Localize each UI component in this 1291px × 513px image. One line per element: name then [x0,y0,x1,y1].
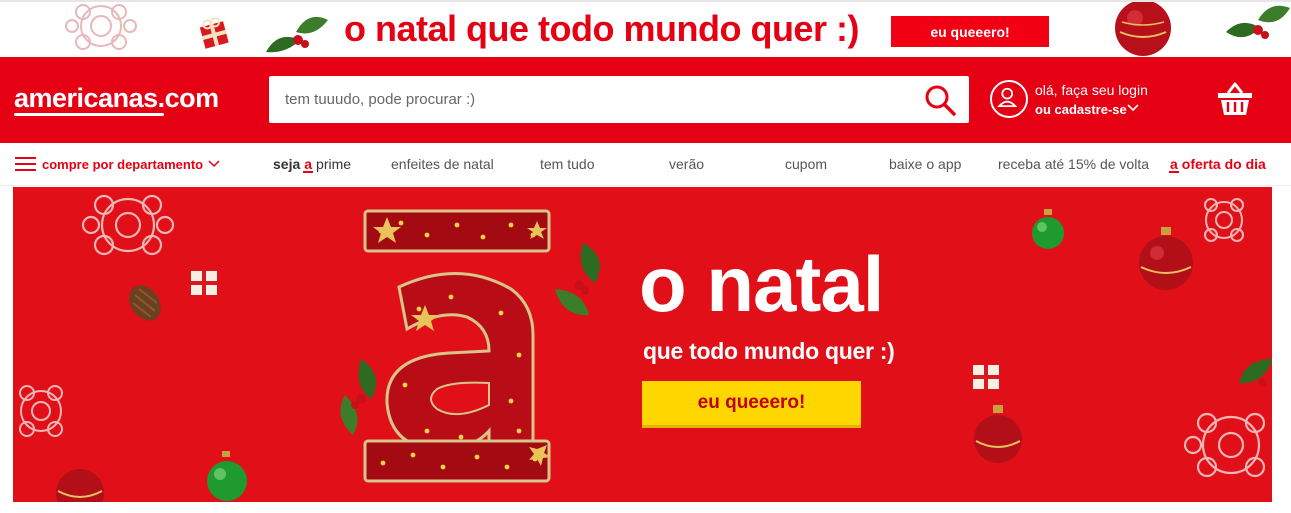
chevron-down-icon [208,160,220,168]
promo-headline: o natal que todo mundo quer :) [344,8,859,49]
americanas-a-logo [363,209,551,483]
holly-icon [1226,5,1290,39]
ornament-ball-icon [56,469,104,502]
snowflake-ornament-icon [1183,412,1266,478]
hero-banner[interactable]: o natal que todo mundo quer :) eu queeer… [13,187,1272,502]
snowflake-ornament-icon [81,194,175,256]
ornament-ball-icon [207,451,247,501]
search-box [269,76,969,123]
gift-box-icon [199,17,229,49]
department-menu[interactable]: compre por departamento [15,156,220,172]
signup-link[interactable]: ou cadastre-se [1035,102,1127,117]
site-logo[interactable]: americanas.com [14,83,219,114]
nav-item-app[interactable]: baixe o app [889,156,961,172]
promo-banner-strip[interactable]: o natal que todo mundo quer :) eu queeer… [0,0,1291,57]
login-link[interactable]: olá, faça seu login [1035,82,1148,98]
nav-item-enfeites[interactable]: enfeites de natal [391,156,494,172]
user-icon[interactable] [990,80,1028,118]
search-icon[interactable] [923,84,957,116]
holly-icon [1239,359,1272,387]
ornament-ball-icon [974,405,1022,463]
site-header: americanas.com olá, faça seu login ou ca… [0,57,1291,143]
snowflake-ornament-icon [65,4,137,50]
nav-oferta-link[interactable]: a oferta do dia [1169,156,1266,173]
hero-cta-button[interactable]: eu queeero! [642,381,861,428]
gift-box-icon [191,271,217,295]
department-menu-label: compre por departamento [42,156,204,172]
prime-label: prime [316,156,352,172]
basket-icon[interactable] [1216,81,1254,117]
snowflake-ornament-icon [1204,198,1244,242]
prime-badge-icon: a [303,156,314,173]
hero-subtitle: que todo mundo quer :) [643,338,895,364]
promo-cta-button[interactable]: eu queeero! [891,16,1049,47]
nav-item-cupom[interactable]: cupom [785,156,827,172]
oferta-label: oferta do dia [1181,156,1266,172]
search-input[interactable] [269,76,909,123]
nav-item-verao[interactable]: verão [669,156,704,172]
holly-icon [555,243,600,316]
ornament-ball-icon [1139,227,1193,290]
logo-underline [14,113,164,116]
nav-item-cashback[interactable]: receba até 15% de volta [998,156,1149,172]
ornament-ball-icon [1115,2,1171,56]
oferta-badge-icon: a [1169,156,1179,173]
hero-title: o natal [639,240,884,328]
gift-box-icon [973,365,999,389]
hamburger-menu-icon [15,156,36,172]
pine-cone-icon [129,285,161,321]
prime-seja-label: seja [273,156,301,172]
main-nav: compre por departamento seja a prime enfei… [0,143,1291,186]
nav-item-tem-tudo[interactable]: tem tudo [540,156,594,172]
snowflake-ornament-icon [19,385,63,437]
chevron-down-icon[interactable] [1127,104,1139,112]
ornament-ball-icon [1032,209,1064,249]
nav-prime-link[interactable]: seja a prime [273,156,351,173]
holly-icon [266,16,328,53]
